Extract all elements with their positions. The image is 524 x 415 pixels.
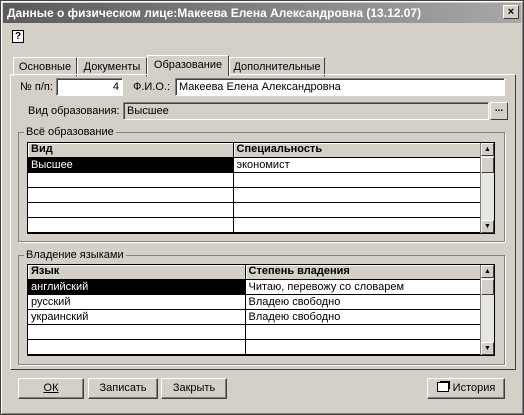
education-scrollbar[interactable]: ▲ ▼: [480, 143, 494, 233]
column-header-kind[interactable]: Вид: [28, 143, 234, 158]
help-icon[interactable]: ?: [12, 30, 24, 43]
education-row-empty[interactable]: [28, 202, 483, 218]
table-cell-empty[interactable]: [245, 339, 483, 355]
close-icon[interactable]: ×: [503, 5, 519, 19]
education-row-empty[interactable]: [28, 187, 483, 203]
edu-type-select-button[interactable]: ...: [490, 102, 508, 120]
scroll-down-icon[interactable]: ▼: [481, 220, 494, 233]
table-cell-empty[interactable]: [245, 324, 483, 340]
table-cell-level[interactable]: Владею свободно: [245, 294, 483, 310]
edu-type-label: Вид образования:: [28, 105, 120, 117]
table-cell-level[interactable]: Владею свободно: [245, 309, 483, 325]
table-cell-empty[interactable]: [233, 232, 483, 233]
language-row-empty[interactable]: [28, 324, 483, 340]
education-row-empty[interactable]: [28, 232, 483, 233]
ok-button[interactable]: ОК: [18, 378, 84, 399]
dialog-window: Данные о физическом лице:Макеева Елена А…: [0, 0, 524, 415]
table-cell-level[interactable]: Читаю, перевожу со словарем: [245, 279, 483, 295]
scroll-thumb[interactable]: [481, 157, 494, 173]
column-header-level[interactable]: Степень владения: [245, 265, 483, 280]
table-cell-empty[interactable]: [233, 217, 483, 233]
window-title: Данные о физическом лице:Макеева Елена А…: [7, 6, 422, 20]
edu-type-field[interactable]: Высшее: [123, 102, 489, 120]
languages-group-title: Владение языками: [24, 249, 126, 261]
ok-button-label: ОК: [43, 382, 59, 394]
history-button-label: История: [452, 382, 496, 394]
scroll-down-icon[interactable]: ▼: [481, 342, 494, 355]
table-cell-empty[interactable]: [28, 339, 246, 355]
languages-scrollbar[interactable]: ▲ ▼: [480, 265, 494, 355]
num-label: № п/п:: [20, 81, 53, 93]
title-bar[interactable]: Данные о физическом лице:Макеева Елена А…: [3, 3, 521, 23]
education-group-title: Всё образование: [24, 126, 116, 138]
history-button[interactable]: История: [427, 378, 505, 399]
language-row[interactable]: английский Читаю, перевожу со словарем: [28, 279, 483, 295]
language-row[interactable]: украинский Владею свободно: [28, 309, 483, 325]
education-row[interactable]: Высшее экономист: [28, 157, 483, 173]
fio-label: Ф.И.О.:: [133, 81, 171, 93]
scroll-thumb[interactable]: [481, 279, 494, 295]
table-cell-language[interactable]: украинский: [28, 309, 246, 325]
close-button-label: Закрыть: [172, 382, 216, 394]
education-row-empty[interactable]: [28, 172, 483, 188]
table-cell-kind[interactable]: Высшее: [28, 157, 234, 173]
history-icon: [436, 382, 449, 392]
education-row-empty[interactable]: [28, 217, 483, 233]
table-cell-empty[interactable]: [28, 324, 246, 340]
save-button-label: Записать: [99, 382, 147, 394]
table-cell-empty[interactable]: [233, 187, 483, 203]
column-header-language[interactable]: Язык: [28, 265, 246, 280]
scroll-up-icon[interactable]: ▲: [481, 265, 494, 278]
table-cell-empty[interactable]: [233, 202, 483, 218]
save-button[interactable]: Записать: [88, 378, 158, 399]
table-cell-empty[interactable]: [233, 172, 483, 188]
table-cell-empty[interactable]: [28, 187, 234, 203]
languages-table[interactable]: Язык Степень владения английский Читаю, п…: [27, 264, 495, 356]
table-cell-specialty[interactable]: экономист: [233, 157, 483, 173]
scroll-up-icon[interactable]: ▲: [481, 143, 494, 156]
table-cell-language[interactable]: английский: [28, 279, 246, 295]
table-cell-empty[interactable]: [28, 172, 234, 188]
table-cell-language[interactable]: русский: [28, 294, 246, 310]
tab-education[interactable]: Образование: [147, 55, 229, 76]
close-button[interactable]: Закрыть: [161, 378, 227, 399]
column-header-specialty[interactable]: Специальность: [233, 143, 483, 158]
fio-field[interactable]: Макеева Елена Александровна: [175, 78, 505, 96]
table-cell-empty[interactable]: [28, 202, 234, 218]
table-cell-empty[interactable]: [28, 217, 234, 233]
language-row[interactable]: русский Владею свободно: [28, 294, 483, 310]
language-row-empty[interactable]: [28, 339, 483, 355]
table-cell-empty[interactable]: [28, 232, 234, 233]
education-table[interactable]: Вид Специальность Высшее экономист ▲ ▼: [27, 142, 495, 234]
num-field[interactable]: 4: [56, 78, 123, 96]
